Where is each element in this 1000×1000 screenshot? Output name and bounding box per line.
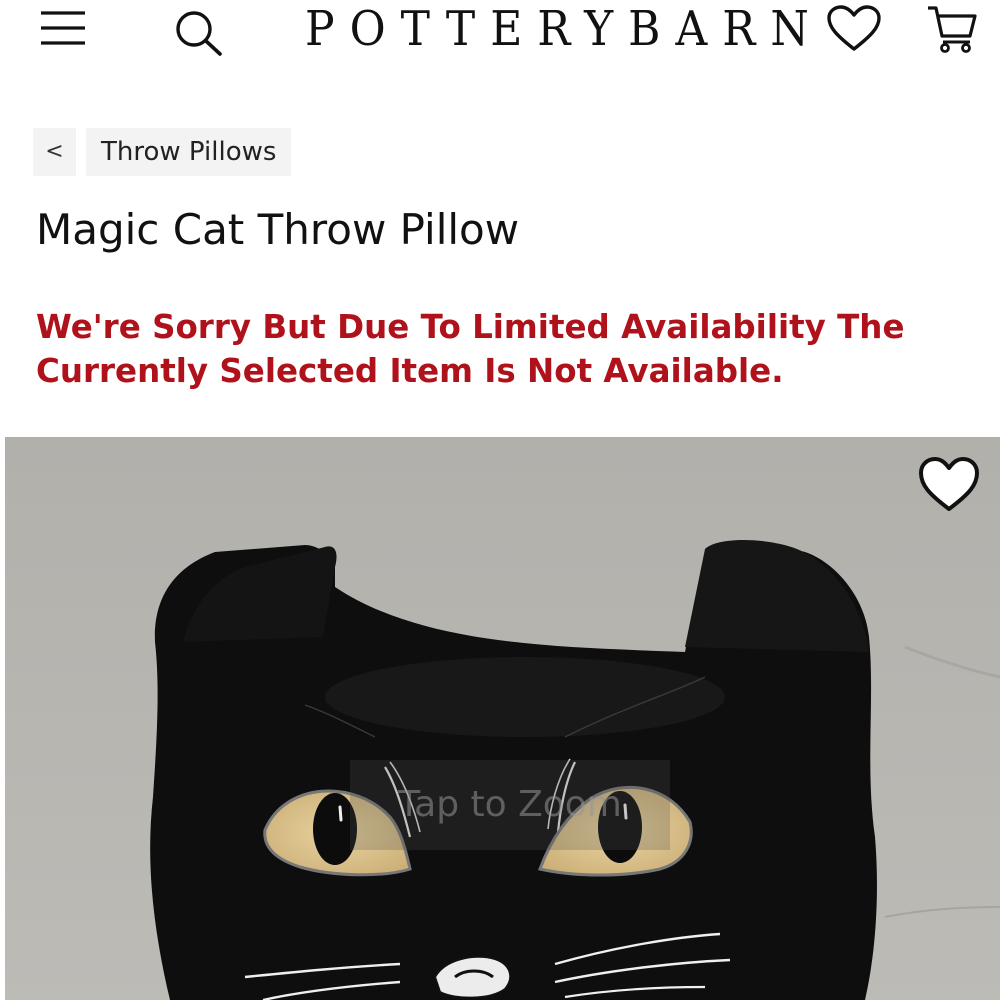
breadcrumb-category-link[interactable]: Throw Pillows (86, 128, 292, 176)
breadcrumb: < Throw Pillows (33, 128, 292, 176)
site-header: POTTERYBARN (0, 0, 1000, 60)
brand-logo[interactable]: POTTERYBARN (305, 0, 809, 60)
breadcrumb-back-button[interactable]: < (33, 128, 76, 176)
heart-icon[interactable] (826, 5, 882, 53)
product-image[interactable] (5, 437, 1000, 1000)
availability-error-message: We're Sorry But Due To Limited Availabil… (36, 308, 905, 390)
shopping-cart-icon[interactable] (926, 5, 978, 53)
search-icon[interactable] (172, 8, 226, 56)
heart-outline-icon[interactable] (917, 456, 981, 516)
tap-to-zoom-hint: Tap to Zoom (350, 760, 670, 850)
product-title: Magic Cat Throw Pillow (36, 205, 520, 254)
hamburger-menu-icon[interactable] (38, 8, 88, 48)
